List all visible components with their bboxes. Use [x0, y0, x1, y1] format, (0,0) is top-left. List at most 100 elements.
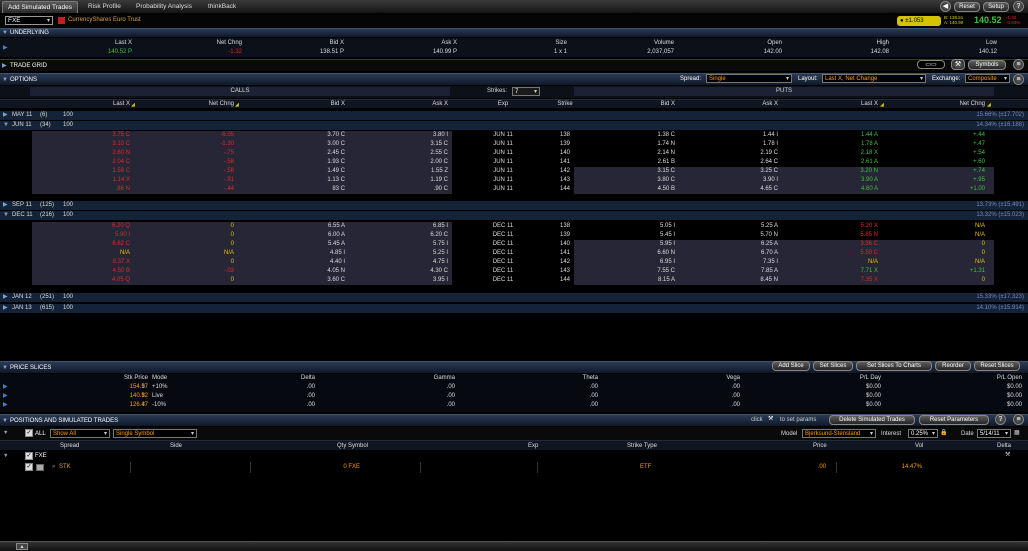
expiration-group-row[interactable]: ▼ JUN 11 (34) 100 14.34% (±16.188) [0, 121, 1028, 130]
layout-select[interactable]: Last X, Net Change [822, 74, 926, 83]
option-row[interactable]: N/A N/A 4.85 I 5.25 I DEC 11 141 6.60 N 6.70 A 5… [0, 249, 1028, 258]
col-put-net[interactable]: Net Chng [935, 100, 985, 108]
expand-arrow-icon[interactable]: ▶ [3, 293, 8, 302]
option-cell[interactable]: 3.70 C [295, 131, 345, 139]
option-cell[interactable]: 2.55 C [398, 149, 448, 157]
expiration-group-row[interactable]: ▼ DEC 11 (216) 100 13.32% (±15.023) [0, 211, 1028, 220]
option-cell[interactable]: 6.55 A [295, 222, 345, 230]
reset-button[interactable]: Reset [954, 2, 980, 12]
option-cell[interactable]: 5.45 A [295, 240, 345, 248]
expand-arrow-icon[interactable]: ▶ [3, 111, 8, 120]
option-row[interactable]: .86 N -.44 83 C .90 C JUN 11 144 4.50 B 4.65 C 4… [0, 185, 1028, 194]
option-cell[interactable]: 3.95 I [398, 276, 448, 284]
option-cell[interactable]: 2.61 B [625, 158, 675, 166]
option-cell[interactable]: 3.90 I [728, 176, 778, 184]
option-cell[interactable]: 6.85 I [398, 222, 448, 230]
expand-arrow-icon[interactable]: ▶ [3, 401, 8, 409]
option-cell[interactable]: 1.38 C [625, 131, 675, 139]
price-slice-row[interactable]: ▶ ⇕ 140.52 Live .00.00.00.00 $0.00 $0.00 [0, 392, 1028, 401]
model-select[interactable]: Bjerksund-Stensland [802, 429, 876, 438]
show-filter-select[interactable]: Show All [50, 429, 110, 438]
price-slice-row[interactable]: ▶ ⇕ 126.47 -10% .00.00.00.00 $0.00 $0.00 [0, 401, 1028, 410]
expiration-group-row[interactable]: ▶ JAN 12 (251) 100 15.33% (±17.323) [0, 293, 1028, 302]
calendar-icon[interactable]: ▦ [1014, 429, 1020, 437]
option-cell[interactable]: 2.00 C [398, 158, 448, 166]
option-row[interactable]: 4.05 Q 0 3.60 C 3.95 I DEC 11 144 8.15 A 8.45 N… [0, 276, 1028, 285]
symbol-mode-select[interactable]: Single Symbol [113, 429, 197, 438]
option-cell[interactable]: 6.20 C [398, 231, 448, 239]
option-cell[interactable]: 5.70 N [728, 231, 778, 239]
col-put-last[interactable]: Last X [828, 100, 878, 108]
set-slices-button[interactable]: Set Slices [813, 361, 853, 371]
col-call-last[interactable]: Last X [80, 100, 130, 108]
option-cell[interactable]: 1.78 I [728, 140, 778, 148]
wrench-icon[interactable]: ⚒ [1005, 451, 1010, 459]
option-cell[interactable]: 4.40 I [295, 258, 345, 266]
option-cell[interactable]: 6.70 A [728, 249, 778, 257]
option-cell[interactable]: 1.49 C [295, 167, 345, 175]
date-input[interactable]: 5/14/11 [977, 429, 1011, 438]
option-cell[interactable]: 5.05 I [625, 222, 675, 230]
option-cell[interactable]: 6.60 N [625, 249, 675, 257]
option-cell[interactable]: 1.93 C [295, 158, 345, 166]
reset-parameters-button[interactable]: Reset Parameters [919, 415, 989, 425]
exchange-select[interactable]: Composite [965, 74, 1010, 83]
option-cell[interactable]: 4.65 C [728, 185, 778, 193]
option-cell[interactable]: 3.80 I [398, 131, 448, 139]
option-row[interactable]: 4.50 B -.03 4.05 N 4.30 C DEC 11 143 7.55 C 7.8… [0, 267, 1028, 276]
price-slice-row[interactable]: ▶ ⇕ 154.57 +10% .00.00.00.00 $0.00 $0.00 [0, 383, 1028, 392]
col-strike[interactable]: Strike [550, 100, 580, 108]
option-cell[interactable]: 1.74 N [625, 140, 675, 148]
option-cell[interactable]: 4.50 B [625, 185, 675, 193]
option-row[interactable]: 3.75 C -6.05 3.70 C 3.80 I JUN 11 138 1.38 C 1.… [0, 131, 1028, 140]
option-cell[interactable]: 5.45 I [625, 231, 675, 239]
option-cell[interactable]: 5.75 I [398, 240, 448, 248]
option-row[interactable]: 2.60 N -.75 2.45 C 2.55 C JUN 11 140 2.14 N 2.1… [0, 149, 1028, 158]
pos-qty-symbol[interactable]: 0 FXE [300, 463, 360, 471]
expand-arrow-icon[interactable]: ▶ [3, 44, 8, 51]
option-cell[interactable]: 7.35 I [728, 258, 778, 266]
expiration-group-row[interactable]: ▶ SEP 11 (125) 100 13.73% (±15.491) [0, 201, 1028, 210]
price-slice-cell[interactable]: 140.52 [100, 392, 148, 400]
expand-arrow-icon[interactable]: ▶ [3, 383, 8, 391]
col-call-bid[interactable]: Bid X [295, 100, 345, 108]
price-slice-cell[interactable]: Live [152, 392, 182, 400]
option-cell[interactable]: 1.19 C [398, 176, 448, 184]
option-row[interactable]: 6.20 Q 0 6.55 A 6.85 I DEC 11 138 5.05 I 5.25 A… [0, 222, 1028, 231]
help-icon[interactable]: ? [1013, 1, 1024, 12]
tab-risk-profile[interactable]: Risk Profile [83, 1, 126, 13]
col-call-ask[interactable]: Ask X [398, 100, 448, 108]
expand-arrow-icon[interactable]: ▶ [3, 304, 8, 313]
menu-icon[interactable]: ≡ [1013, 74, 1024, 85]
option-cell[interactable]: 6.95 I [625, 258, 675, 266]
option-row[interactable]: 2.04 C -.58 1.93 C 2.00 C JUN 11 141 2.61 B 2.6… [0, 158, 1028, 167]
set-slices-to-charts-button[interactable]: Set Slices To Charts [856, 361, 932, 371]
option-cell[interactable]: 83 C [295, 185, 345, 193]
option-cell[interactable]: .90 C [398, 185, 448, 193]
position-row[interactable]: ✓ » STK 0 FXE ETF .00 14.47% [0, 462, 1028, 473]
menu-icon[interactable]: ≡ [1013, 59, 1024, 70]
tab-probability-analysis[interactable]: Probability Analysis [131, 1, 197, 13]
symbol-input[interactable]: FXE [5, 16, 53, 25]
option-cell[interactable]: 3.15 C [398, 140, 448, 148]
col-put-ask[interactable]: Ask X [728, 100, 778, 108]
option-row[interactable]: 1.59 C -.58 1.49 C 1.55 Z JUN 11 142 3.15 C 3.2… [0, 167, 1028, 176]
option-cell[interactable]: 4.75 I [398, 258, 448, 266]
price-slice-cell[interactable]: +10% [152, 383, 182, 391]
reorder-button[interactable]: Reorder [935, 361, 971, 371]
expiration-group-row[interactable]: ▶ MAY 11 (6) 100 15.66% (±17.702) [0, 111, 1028, 120]
option-cell[interactable]: 4.05 N [295, 267, 345, 275]
tab-add-simulated-trades[interactable]: Add Simulated Trades [2, 1, 78, 13]
option-cell[interactable]: 5.25 A [728, 222, 778, 230]
option-cell[interactable]: 2.19 C [728, 149, 778, 157]
trade-grid-header[interactable]: ▶ TRADE GRID [0, 59, 1028, 71]
collapse-arrow-icon[interactable]: ▲ [16, 543, 28, 550]
add-slice-button[interactable]: Add Slice [772, 361, 810, 371]
option-cell[interactable]: 4.85 I [295, 249, 345, 257]
row-checkbox[interactable]: ✓ [25, 463, 33, 471]
underlying-header[interactable]: ▼ UNDERLYING [0, 28, 1028, 37]
collapse-arrow-icon[interactable]: ▼ [3, 453, 8, 459]
option-cell[interactable]: 1.13 C [295, 176, 345, 184]
price-slice-cell[interactable]: 154.57 [100, 383, 148, 391]
option-cell[interactable]: 6.00 A [295, 231, 345, 239]
